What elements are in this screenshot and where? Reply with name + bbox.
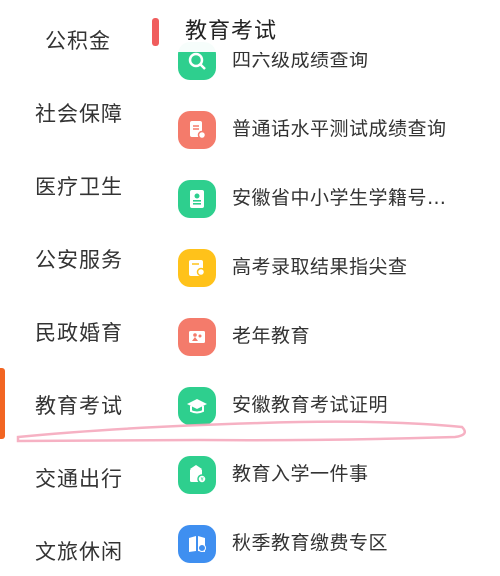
service-item[interactable]: 安徽省中小学生学籍号…: [160, 175, 500, 235]
sidebar-item-social-security[interactable]: 社会保障: [0, 88, 160, 138]
service-label: 高考录取结果指尖查: [232, 256, 408, 278]
sidebar-item-label: 公安服务: [35, 248, 123, 272]
service-item[interactable]: 普通话水平测试成绩查询: [160, 106, 500, 166]
book-payment-icon: [178, 525, 216, 563]
sidebar-item-label: 医疗卫生: [35, 175, 123, 199]
sidebar-item-civil-affairs[interactable]: 民政婚育: [0, 307, 160, 357]
category-sidebar: 公积金 社会保障 医疗卫生 公安服务 民政婚育 教育考试 交通出行 文旅休闲: [0, 0, 160, 573]
service-label: 普通话水平测试成绩查询: [232, 118, 447, 140]
certificate-icon: [178, 249, 216, 287]
sidebar-item-education[interactable]: 教育考试: [0, 380, 160, 430]
service-item[interactable]: 高考录取结果指尖查: [160, 244, 500, 304]
sidebar-item-transportation[interactable]: 交通出行: [0, 453, 160, 503]
active-indicator: [0, 368, 5, 439]
svg-text:¥: ¥: [201, 477, 204, 483]
service-label: 老年教育: [232, 325, 311, 347]
service-label: 秋季教育缴费专区: [232, 532, 389, 554]
elder-education-icon: [178, 318, 216, 356]
service-list: 四六级成绩查询 普通话水平测试成绩查询 安徽省中小学生学籍号… 高考录取结果指尖…: [160, 0, 500, 573]
sidebar-item-healthcare[interactable]: 医疗卫生: [0, 161, 160, 211]
service-label: 安徽省中小学生学籍号…: [232, 187, 447, 209]
school-enroll-icon: ¥: [178, 456, 216, 494]
sidebar-item-label: 文旅休闲: [35, 540, 123, 564]
sidebar-item-label: 教育考试: [35, 394, 123, 418]
graduation-cap-icon: [178, 387, 216, 425]
section-accent-bar: [152, 18, 159, 46]
service-item[interactable]: 老年教育: [160, 313, 500, 373]
sidebar-item-label: 民政婚育: [35, 321, 123, 345]
service-item[interactable]: 安徽教育考试证明: [160, 382, 500, 442]
service-label: 教育入学一件事: [232, 463, 369, 485]
sidebar-item-label: 公积金: [45, 29, 111, 53]
id-card-icon: [178, 180, 216, 218]
service-item[interactable]: 秋季教育缴费专区: [160, 520, 500, 573]
sidebar-item-label: 社会保障: [35, 102, 123, 126]
document-search-icon: [178, 111, 216, 149]
sidebar-item-housing-fund[interactable]: 公积金: [0, 15, 160, 65]
sidebar-item-label: 交通出行: [35, 467, 123, 491]
section-title: 教育考试: [185, 19, 278, 44]
service-item[interactable]: ¥ 教育入学一件事: [160, 451, 500, 511]
sidebar-item-culture-tourism[interactable]: 文旅休闲: [0, 526, 160, 576]
service-label: 安徽教育考试证明: [232, 394, 389, 416]
sidebar-item-public-security[interactable]: 公安服务: [0, 234, 160, 284]
